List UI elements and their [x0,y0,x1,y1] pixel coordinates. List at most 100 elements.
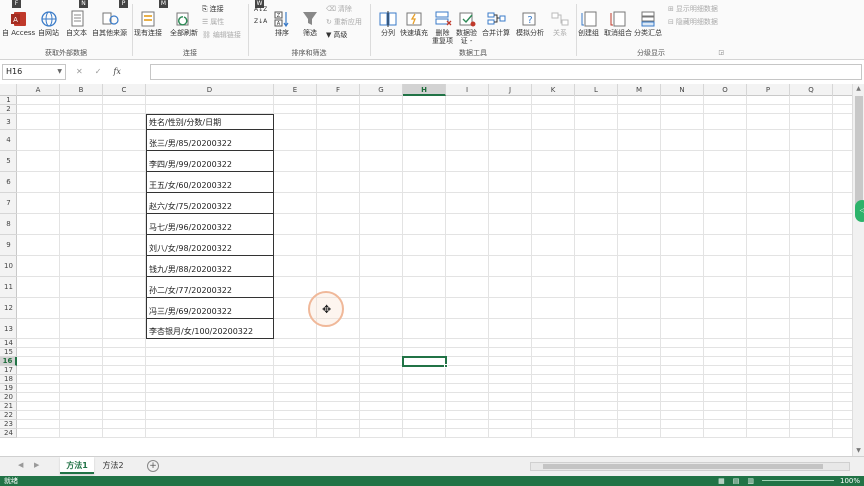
column-header-o[interactable]: O [704,84,747,96]
row-header-23[interactable]: 23 [0,420,17,429]
flash-fill-button[interactable]: 快速填充 [400,10,428,37]
enter-icon[interactable]: ✓ [95,64,102,80]
consolidate-button[interactable]: 合并计算 [482,10,510,37]
data-validation-button[interactable]: 数据验 证 - [456,10,477,45]
cell-d9[interactable]: 刘八/女/98/20200322 [146,235,274,256]
row-header-2[interactable]: 2 [0,105,17,114]
cell-d13[interactable]: 李杏银月/女/100/20200322 [146,319,274,339]
next-sheet-icon[interactable]: ▶ [34,461,39,469]
row-header-19[interactable]: 19 [0,384,17,393]
worksheet-grid[interactable]: ABCDEFGHIJKLMNOPQ 1 2 3 4 5 6 7 8 9 10 11 12 13 14 15 1… [0,84,852,456]
text-to-columns-button[interactable]: 分列 [378,10,398,37]
scrollbar-thumb[interactable] [855,96,863,206]
sort-za-button[interactable]: Z↓A [254,17,267,26]
row-header-13[interactable]: 13 [0,319,17,339]
row-header-21[interactable]: 21 [0,402,17,411]
advanced-filter-button[interactable]: ▼ 高级 [326,31,347,40]
insert-function-icon[interactable]: fx [113,64,120,80]
row-header-17[interactable]: 17 [0,366,17,375]
vertical-scrollbar[interactable]: ▲ ▼ [852,84,864,456]
formula-input[interactable] [150,64,862,80]
column-header-m[interactable]: M [618,84,661,96]
side-floating-tab[interactable]: ◁ [855,200,864,222]
cell-d12[interactable]: 冯三/男/69/20200322 [146,298,274,319]
column-header-p[interactable]: P [747,84,790,96]
column-header-q[interactable]: Q [790,84,833,96]
column-header-f[interactable]: F [317,84,360,96]
zoom-level[interactable]: 100% [840,476,860,486]
remove-duplicates-button[interactable]: 删除 重复项 [432,10,453,45]
refresh-all-button[interactable]: 全部刷新 [170,10,198,37]
column-header-j[interactable]: J [489,84,532,96]
page-layout-icon[interactable]: ▤ [733,476,740,486]
hide-detail-button[interactable]: ⊟ 隐藏明细数据 [668,18,718,27]
normal-view-icon[interactable]: ▦ [718,476,725,486]
name-box[interactable]: H16 ▼ [2,64,66,80]
from-access-button[interactable]: A 自 Access [2,10,35,37]
chevron-down-icon[interactable]: ▼ [57,65,62,79]
horizontal-scrollbar[interactable] [530,462,850,471]
sheet-tab-method1[interactable]: 方法1 [60,457,94,474]
cell-d5[interactable]: 李四/男/99/20200322 [146,151,274,172]
row-header-7[interactable]: 7 [0,193,17,214]
row-header-10[interactable]: 10 [0,256,17,277]
row-header-14[interactable]: 14 [0,339,17,348]
select-all-corner[interactable] [0,84,17,96]
row-header-24[interactable]: 24 [0,429,17,438]
cell-d10[interactable]: 钱九/男/88/20200322 [146,256,274,277]
row-header-3[interactable]: 3 [0,114,17,130]
sheet-tab-method2[interactable]: 方法2 [96,457,130,474]
sort-button[interactable]: ZA 排序 [272,10,292,37]
column-header-e[interactable]: E [274,84,317,96]
scrollbar-thumb[interactable] [543,464,823,469]
existing-connections-button[interactable]: 现有连接 [134,10,162,37]
scroll-down-icon[interactable]: ▼ [853,446,864,456]
from-text-button[interactable]: 自文本 [66,10,87,37]
page-break-icon[interactable]: ▥ [747,476,754,486]
fill-handle[interactable] [444,364,448,368]
dialog-launcher-icon[interactable]: ◲ [718,49,724,56]
column-header-i[interactable]: I [446,84,489,96]
ungroup-button[interactable]: 取消组合 [604,10,632,37]
row-header-6[interactable]: 6 [0,172,17,193]
group-rows-button[interactable]: 创建组 [578,10,599,37]
subtotal-button[interactable]: 分类汇总 [634,10,662,37]
row-header-11[interactable]: 11 [0,277,17,298]
row-header-15[interactable]: 15 [0,348,17,357]
column-header-g[interactable]: G [360,84,403,96]
row-header-12[interactable]: 12 [0,298,17,319]
cell-d3[interactable]: 姓名/性别/分数/日期 [146,114,274,130]
edit-links-button[interactable]: ⛓ 编辑链接 [202,31,241,40]
column-header-k[interactable]: K [532,84,575,96]
row-header-9[interactable]: 9 [0,235,17,256]
active-cell-selection[interactable] [402,356,448,368]
reapply-button[interactable]: ↻ 重新应用 [326,18,362,27]
column-header-l[interactable]: L [575,84,618,96]
row-header-5[interactable]: 5 [0,151,17,172]
scroll-up-icon[interactable]: ▲ [853,84,864,94]
column-header-b[interactable]: B [60,84,103,96]
properties-button[interactable]: ☰ 属性 [202,18,224,27]
from-web-button[interactable]: 自网站 [38,10,59,37]
row-header-20[interactable]: 20 [0,393,17,402]
relationships-button[interactable]: 关系 [550,10,570,37]
prev-sheet-icon[interactable]: ◀ [18,461,23,469]
clear-filter-button[interactable]: ⌫ 清除 [326,5,352,14]
add-sheet-button[interactable]: + [147,460,159,472]
column-header-c[interactable]: C [103,84,146,96]
column-header-d[interactable]: D [146,84,274,96]
column-header-h[interactable]: H [403,84,446,96]
cell-d6[interactable]: 王五/女/60/20200322 [146,172,274,193]
row-header-1[interactable]: 1 [0,96,17,105]
show-detail-button[interactable]: ⊞ 显示明细数据 [668,5,718,14]
column-header-n[interactable]: N [661,84,704,96]
connections-button[interactable]: ⎘ 连接 [202,5,224,14]
cancel-icon[interactable]: ✕ [76,64,83,80]
cell-d7[interactable]: 赵六/女/75/20200322 [146,193,274,214]
column-header-a[interactable]: A [17,84,60,96]
row-header-8[interactable]: 8 [0,214,17,235]
cell-d11[interactable]: 孙二/女/77/20200322 [146,277,274,298]
from-other-sources-button[interactable]: 自其他来源 [92,10,127,37]
cell-d4[interactable]: 张三/男/85/20200322 [146,130,274,151]
zoom-slider[interactable] [762,480,834,481]
